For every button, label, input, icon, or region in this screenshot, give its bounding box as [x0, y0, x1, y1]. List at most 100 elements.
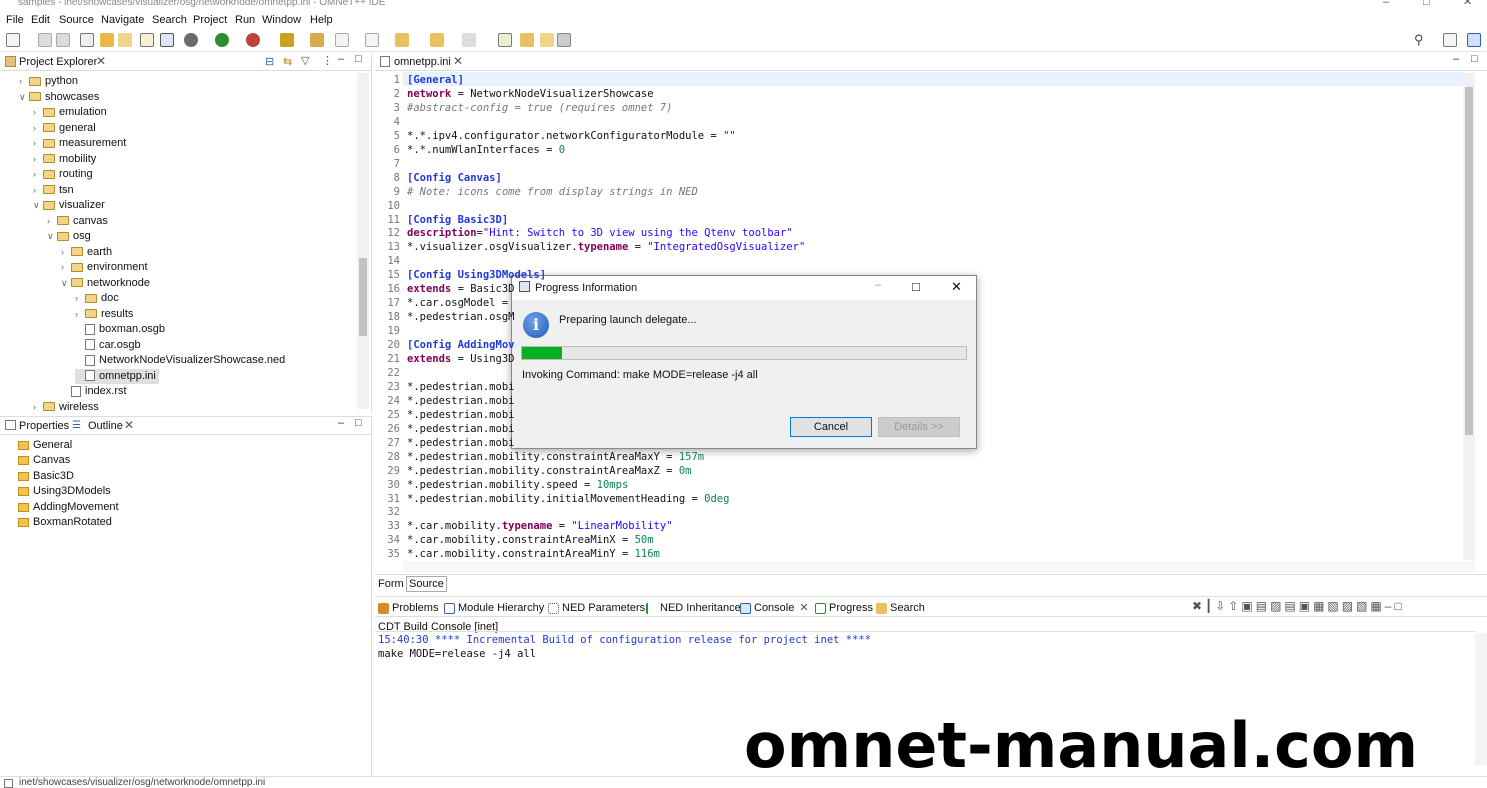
tab-search[interactable]: Search: [876, 600, 925, 616]
console-icon[interactable]: [160, 33, 174, 47]
tab-form[interactable]: Form: [378, 578, 404, 590]
explorer-scroll-thumb[interactable]: [359, 258, 367, 336]
tree-item-car-osgb[interactable]: car.osgb: [75, 338, 141, 353]
code-line[interactable]: 28 *.pedestrian.mobility.constraintAreaMa…: [376, 450, 704, 464]
new-project-icon[interactable]: [310, 33, 324, 47]
code-line[interactable]: 8 [Config Canvas]: [376, 171, 502, 185]
close-icon[interactable]: ✕: [453, 54, 463, 68]
code-line[interactable]: 35 *.car.mobility.constraintAreaMinY = 11…: [376, 547, 660, 561]
code-line[interactable]: 20 [Config AddingMov: [376, 338, 514, 352]
chevron-right-icon[interactable]: ›: [33, 183, 43, 198]
tree-item-python[interactable]: › python: [19, 74, 78, 89]
tree-item-osg[interactable]: ∨ osg: [47, 229, 91, 244]
sync-icon[interactable]: [520, 33, 534, 47]
code-line[interactable]: 33 *.car.mobility.typename = "LinearMobil…: [376, 519, 672, 533]
filter-icon[interactable]: ▽: [301, 54, 309, 67]
console-toolbar-icons[interactable]: ✖┃⇩⇧▣▤▨▤▣▦▧▨▧▦–□: [1192, 599, 1405, 613]
editor-vscrollbar[interactable]: [1463, 73, 1475, 560]
open-perspective-icon[interactable]: [1443, 33, 1457, 47]
task-icon[interactable]: [498, 33, 512, 47]
tree-item-routing[interactable]: › routing: [33, 167, 93, 182]
external-tools-icon[interactable]: [280, 33, 294, 47]
tree-item-tsn[interactable]: › tsn: [33, 183, 74, 198]
chevron-right-icon[interactable]: ›: [61, 260, 71, 275]
menu-project[interactable]: Project: [193, 14, 227, 26]
profile-icon[interactable]: [246, 33, 260, 47]
explorer-scrollbar[interactable]: [357, 73, 369, 409]
code-line[interactable]: 29 *.pedestrian.mobility.constraintAreaMa…: [376, 464, 691, 478]
code-line[interactable]: 2 network = NetworkNodeVisualizerShowcase: [376, 87, 654, 101]
tree-item-showcases[interactable]: ∨ showcases: [19, 90, 99, 105]
code-line[interactable]: 3 #abstract-config = true (requires omnet…: [376, 101, 673, 115]
code-line[interactable]: 21 extends = Using3D: [376, 352, 514, 366]
tree-item-networknode[interactable]: ∨ networknode: [61, 276, 150, 291]
tree-item-index-rst[interactable]: index.rst: [61, 384, 127, 399]
menu-edit[interactable]: Edit: [31, 14, 50, 26]
chevron-right-icon[interactable]: ›: [61, 245, 71, 260]
close-icon[interactable]: ✕: [799, 602, 808, 614]
collapse-all-icon[interactable]: ⊟: [265, 55, 274, 68]
save-all-icon[interactable]: [56, 33, 70, 47]
maximize-icon[interactable]: □: [1423, 0, 1430, 8]
details-button[interactable]: Details >>: [878, 417, 960, 437]
maximize-view-icon[interactable]: □: [355, 417, 362, 429]
forward-icon[interactable]: [462, 33, 476, 47]
close-icon[interactable]: ✕: [96, 54, 106, 68]
print-icon[interactable]: [80, 33, 94, 47]
tab-problems[interactable]: Problems: [378, 600, 438, 616]
code-line[interactable]: 34 *.car.mobility.constraintAreaMinX = 50…: [376, 533, 653, 547]
chevron-right-icon[interactable]: ›: [75, 291, 85, 306]
code-line[interactable]: 5 *.*.ipv4.configurator.networkConfigurat…: [376, 129, 736, 143]
tab-omnetpp-ini[interactable]: omnetpp.ini: [394, 56, 451, 68]
tab-ned-parameters[interactable]: NED Parameters: [548, 600, 645, 616]
sync2-icon[interactable]: [540, 33, 554, 47]
chevron-down-icon[interactable]: ∨: [61, 276, 71, 291]
menu-search[interactable]: Search: [152, 14, 187, 26]
chevron-right-icon[interactable]: ›: [33, 121, 43, 136]
debug-icon[interactable]: [184, 33, 198, 47]
prev-annotation-icon[interactable]: [365, 33, 379, 47]
code-line[interactable]: 22: [376, 366, 407, 380]
code-line[interactable]: 26 *.pedestrian.mobi: [376, 422, 514, 436]
chevron-right-icon[interactable]: ›: [33, 167, 43, 182]
save-icon[interactable]: [38, 33, 52, 47]
tab-console[interactable]: Console ✕: [740, 600, 809, 616]
build-icon[interactable]: [100, 33, 114, 47]
menu-run[interactable]: Run: [235, 14, 255, 26]
tab-ned-inheritance[interactable]: NED Inheritance: [646, 600, 741, 616]
project-explorer-tab[interactable]: Project Explorer: [19, 56, 97, 68]
tree-item-emulation[interactable]: › emulation: [33, 105, 107, 120]
editor-hscrollbar[interactable]: [403, 561, 1475, 573]
close-icon[interactable]: ✕: [951, 279, 962, 295]
chevron-right-icon[interactable]: ›: [33, 136, 43, 151]
outline-item-addingmovement[interactable]: AddingMovement: [18, 500, 119, 515]
tab-module-hierarchy[interactable]: Module Hierarchy: [444, 600, 544, 616]
tree-item-networknodevisualizershowcase-ned[interactable]: NetworkNodeVisualizerShowcase.ned: [75, 353, 285, 368]
code-line[interactable]: 15 [Config Using3DModels]: [376, 268, 546, 282]
tree-item-mobility[interactable]: › mobility: [33, 152, 96, 167]
outline-item-canvas[interactable]: Canvas: [18, 453, 70, 468]
tab-progress[interactable]: Progress: [815, 600, 873, 616]
pin-icon[interactable]: [557, 33, 571, 47]
tree-item-wireless[interactable]: › wireless: [33, 400, 99, 415]
code-line[interactable]: 13 *.visualizer.osgVisualizer.typename = …: [376, 240, 805, 254]
code-line[interactable]: 27 *.pedestrian.mobi: [376, 436, 514, 450]
tree-item-results[interactable]: › results: [75, 307, 133, 322]
code-line[interactable]: 17 *.car.osgModel =: [376, 296, 514, 310]
tree-item-canvas[interactable]: › canvas: [47, 214, 108, 229]
tab-outline[interactable]: Outline: [88, 420, 123, 432]
tree-item-measurement[interactable]: › measurement: [33, 136, 126, 151]
tree-item-earth[interactable]: › earth: [61, 245, 112, 260]
code-line[interactable]: 14: [376, 254, 407, 268]
maximize-icon[interactable]: □: [912, 279, 920, 294]
new-icon[interactable]: [6, 33, 20, 47]
code-line[interactable]: 10: [376, 199, 407, 213]
chevron-down-icon[interactable]: ∨: [19, 90, 29, 105]
code-line[interactable]: 19: [376, 324, 407, 338]
tree-item-visualizer[interactable]: ∨ visualizer: [33, 198, 105, 213]
open-type-icon[interactable]: [140, 33, 154, 47]
chevron-right-icon[interactable]: ›: [75, 307, 85, 322]
chevron-right-icon[interactable]: ›: [33, 152, 43, 167]
code-line[interactable]: 23 *.pedestrian.mobi: [376, 380, 514, 394]
chevron-right-icon[interactable]: ›: [47, 214, 57, 229]
